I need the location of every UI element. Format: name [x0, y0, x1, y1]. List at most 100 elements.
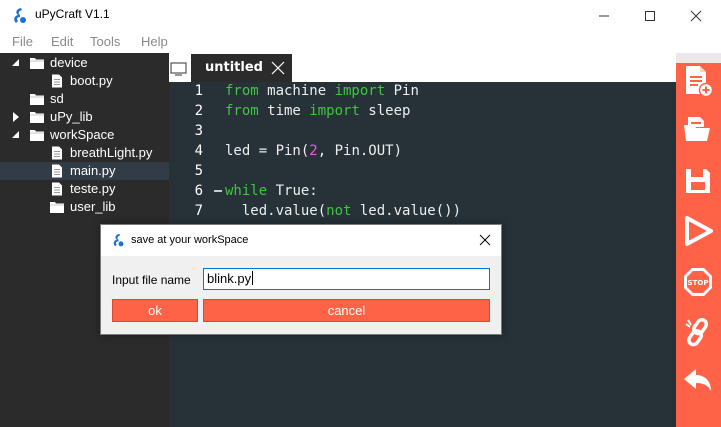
tree-item-label: teste.py — [70, 181, 116, 196]
dialog-titlebar: save at your workSpace — [101, 225, 501, 256]
terminal-icon[interactable] — [169, 60, 189, 78]
play-icon — [685, 216, 713, 246]
tab-untitled[interactable]: untitled — [191, 54, 292, 82]
tree-item[interactable]: main.py — [0, 162, 169, 180]
window-titlebar: uPyCraft V1.1 — [0, 0, 721, 31]
tree-item-label: main.py — [70, 163, 116, 178]
line-text: from machine import Pin — [225, 83, 419, 99]
menu-file[interactable]: File — [12, 34, 33, 49]
file-icon — [52, 164, 62, 178]
tree-item-label: uPy_lib — [50, 109, 93, 124]
maximize-icon — [645, 10, 655, 21]
code-token: time — [258, 103, 310, 119]
folder-icon — [30, 58, 44, 69]
code-keyword: not — [326, 203, 352, 219]
line-text: led.value(not led.value()) — [225, 203, 461, 219]
window-title: uPyCraft V1.1 — [35, 7, 110, 21]
tree-item[interactable]: boot.py — [0, 72, 169, 90]
dialog-close-icon[interactable] — [477, 232, 493, 248]
maximize-button[interactable] — [627, 0, 673, 31]
new-file-icon — [686, 66, 714, 98]
menu-tools[interactable]: Tools — [90, 34, 120, 49]
code-keyword: while — [225, 183, 268, 199]
stop-icon: STOP — [684, 268, 712, 296]
tree-item[interactable]: user_lib — [0, 198, 169, 216]
tab-label: untitled — [205, 60, 263, 75]
tree-item-label: sd — [50, 91, 64, 106]
minimize-button[interactable] — [581, 0, 627, 31]
tree-item-label: boot.py — [70, 73, 113, 88]
line-number: 7 — [194, 203, 203, 219]
new-file-button[interactable] — [680, 63, 716, 99]
line-number: 6 — [194, 183, 203, 199]
link-icon — [685, 317, 709, 347]
code-line[interactable]: 7 led.value(not led.value()) — [169, 203, 676, 223]
close-icon — [690, 10, 702, 21]
file-name-input[interactable]: blink.py — [203, 268, 490, 290]
code-line[interactable]: 5 — [169, 163, 676, 183]
folder-icon — [30, 112, 44, 123]
code-token: True: — [267, 183, 318, 199]
upycraft-logo-icon — [14, 8, 26, 23]
tree-item[interactable]: workSpace — [0, 126, 169, 144]
code-token: led = Pin( — [225, 143, 310, 159]
code-keyword: import — [334, 83, 386, 99]
tree-item-label: breathLight.py — [70, 145, 153, 160]
expanded-arrow-icon[interactable] — [11, 129, 21, 141]
menu-edit[interactable]: Edit — [51, 34, 73, 49]
code-token: machine — [258, 83, 335, 99]
file-name-value: blink.py — [207, 271, 252, 286]
close-tab-icon[interactable] — [271, 61, 285, 75]
line-number: 5 — [194, 163, 203, 179]
right-toolbar: STOP — [676, 53, 721, 427]
save-dialog: save at your workSpace Input file name b… — [100, 224, 502, 335]
tree-item[interactable]: teste.py — [0, 180, 169, 198]
code-line[interactable]: 3 — [169, 123, 676, 143]
tree-item[interactable]: uPy_lib — [0, 108, 169, 126]
code-line[interactable]: 2 from time import sleep — [169, 103, 676, 123]
code-keyword: import — [309, 103, 360, 119]
fold-marker-icon[interactable] — [213, 186, 223, 196]
folder-icon — [30, 94, 44, 105]
tab-bar: untitled — [169, 53, 676, 82]
undo-button[interactable] — [680, 363, 716, 399]
open-file-button[interactable] — [680, 111, 716, 147]
ok-button[interactable]: ok — [112, 299, 198, 322]
code-line[interactable]: 6 while True: — [169, 183, 676, 203]
tree-item-label: user_lib — [70, 199, 116, 214]
code-keyword: from — [225, 83, 259, 99]
menu-help[interactable]: Help — [141, 34, 168, 49]
undo-icon — [684, 369, 711, 391]
open-folder-icon — [684, 117, 710, 141]
code-line[interactable]: 1 from machine import Pin — [169, 83, 676, 103]
file-name-label: Input file name — [112, 273, 191, 287]
svg-text:STOP: STOP — [688, 279, 709, 287]
tree-item[interactable]: breathLight.py — [0, 144, 169, 162]
code-token: led.value()) — [351, 203, 462, 219]
close-window-button[interactable] — [673, 0, 719, 31]
line-text: while True: — [225, 183, 318, 199]
file-icon — [52, 182, 62, 196]
code-token: , Pin.OUT) — [317, 143, 403, 159]
file-icon — [52, 74, 62, 88]
toolbar-top-strip — [676, 53, 721, 63]
save-file-button[interactable] — [680, 163, 716, 199]
line-text: from time import sleep — [225, 103, 410, 119]
line-text: led = Pin(2, Pin.OUT) — [225, 143, 402, 159]
connect-button[interactable] — [680, 314, 716, 350]
tree-item[interactable]: sd — [0, 90, 169, 108]
code-keyword: from — [225, 103, 259, 119]
cancel-button[interactable]: cancel — [203, 299, 490, 322]
collapsed-arrow-icon[interactable] — [11, 111, 21, 123]
menu-bar: File Edit Tools Help — [0, 31, 721, 53]
upycraft-logo-icon — [113, 233, 124, 247]
line-number: 1 — [194, 83, 203, 99]
code-line[interactable]: 4 led = Pin(2, Pin.OUT) — [169, 143, 676, 163]
stop-button[interactable]: STOP — [680, 264, 716, 300]
folder-icon — [30, 130, 44, 141]
expanded-arrow-icon[interactable] — [11, 57, 21, 69]
line-number: 3 — [194, 123, 203, 139]
tree-item[interactable]: device — [0, 54, 169, 72]
run-button[interactable] — [680, 213, 716, 249]
code-token: sleep — [359, 103, 411, 119]
